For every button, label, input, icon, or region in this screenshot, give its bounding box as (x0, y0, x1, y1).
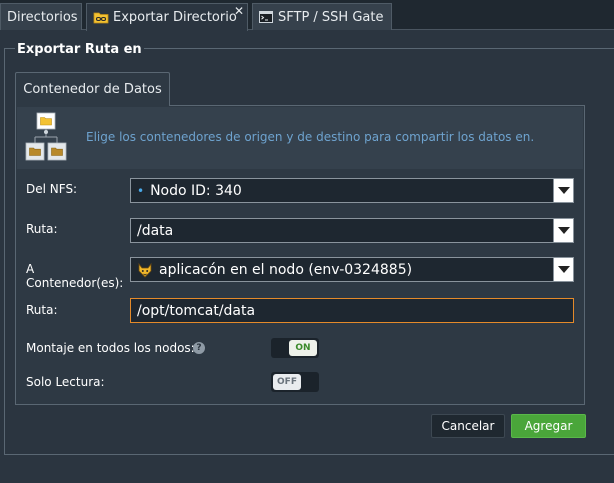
nfs-select-value: Nodo ID: 340 (150, 182, 242, 199)
nfs-select[interactable]: • Nodo ID: 340 (130, 178, 574, 203)
node-bullet-icon: • (137, 183, 145, 198)
read-only-label: Solo Lectura: (26, 375, 105, 389)
chevron-down-icon (557, 187, 570, 194)
tab-contenedor-de-datos[interactable]: Contenedor de Datos (15, 72, 170, 106)
mount-all-toggle[interactable]: ON (271, 338, 319, 358)
target-container-label: A Contenedor(es): (26, 262, 123, 290)
mount-all-label: Montaje en todos los nodos: (26, 341, 195, 355)
tab-exportar-directorio[interactable]: Exportar Directorio ✕ (86, 3, 248, 31)
tab-bar: Directorios Exportar Directorio ✕ SFTP /… (0, 0, 614, 31)
close-icon[interactable]: ✕ (234, 5, 244, 17)
chevron-down-icon (557, 266, 570, 273)
mount-all-toggle-state: ON (289, 340, 317, 356)
target-container-dropdown-button[interactable] (553, 258, 573, 281)
terminal-icon (259, 11, 273, 23)
source-path-dropdown-button[interactable] (553, 219, 573, 242)
source-path-label: Ruta: (26, 222, 58, 236)
target-container-select[interactable]: aplicacón en el nodo (env-0324885) (130, 257, 574, 282)
folder-tree-icon (25, 112, 67, 161)
add-button[interactable]: Agregar (511, 414, 586, 438)
tab-exportar-directorio-label: Exportar Directorio (113, 10, 237, 25)
target-path-label: Ruta: (26, 303, 58, 317)
tomcat-icon (138, 262, 152, 278)
folder-link-icon (93, 12, 109, 24)
tab-sftp-ssh-gate-label: SFTP / SSH Gate (278, 9, 384, 25)
tab-sftp-ssh-gate[interactable]: SFTP / SSH Gate (252, 3, 392, 30)
target-path-input[interactable]: /opt/tomcat/data (130, 298, 574, 323)
help-icon[interactable]: ? (193, 342, 205, 354)
tab-directorios[interactable]: Directorios (0, 3, 82, 30)
info-text: Elige los contenedores de origen y de de… (86, 130, 535, 144)
nfs-label: Del NFS: (26, 182, 78, 196)
source-path-value: /data (137, 222, 174, 239)
tab-directorios-label: Directorios (7, 9, 78, 25)
target-container-value: aplicacón en el nodo (env-0324885) (159, 261, 413, 278)
cancel-button[interactable]: Cancelar (431, 414, 505, 438)
read-only-toggle-state: OFF (273, 374, 301, 390)
target-path-value: /opt/tomcat/data (137, 302, 256, 319)
read-only-toggle[interactable]: OFF (271, 372, 319, 392)
chevron-down-icon (557, 227, 570, 234)
target-container-label-line2: Contenedor(es): (26, 276, 124, 290)
section-title: Exportar Ruta en (15, 42, 144, 57)
nfs-dropdown-button[interactable] (553, 179, 573, 202)
source-path-select[interactable]: /data (130, 218, 574, 243)
target-container-label-line1: A (26, 262, 35, 276)
